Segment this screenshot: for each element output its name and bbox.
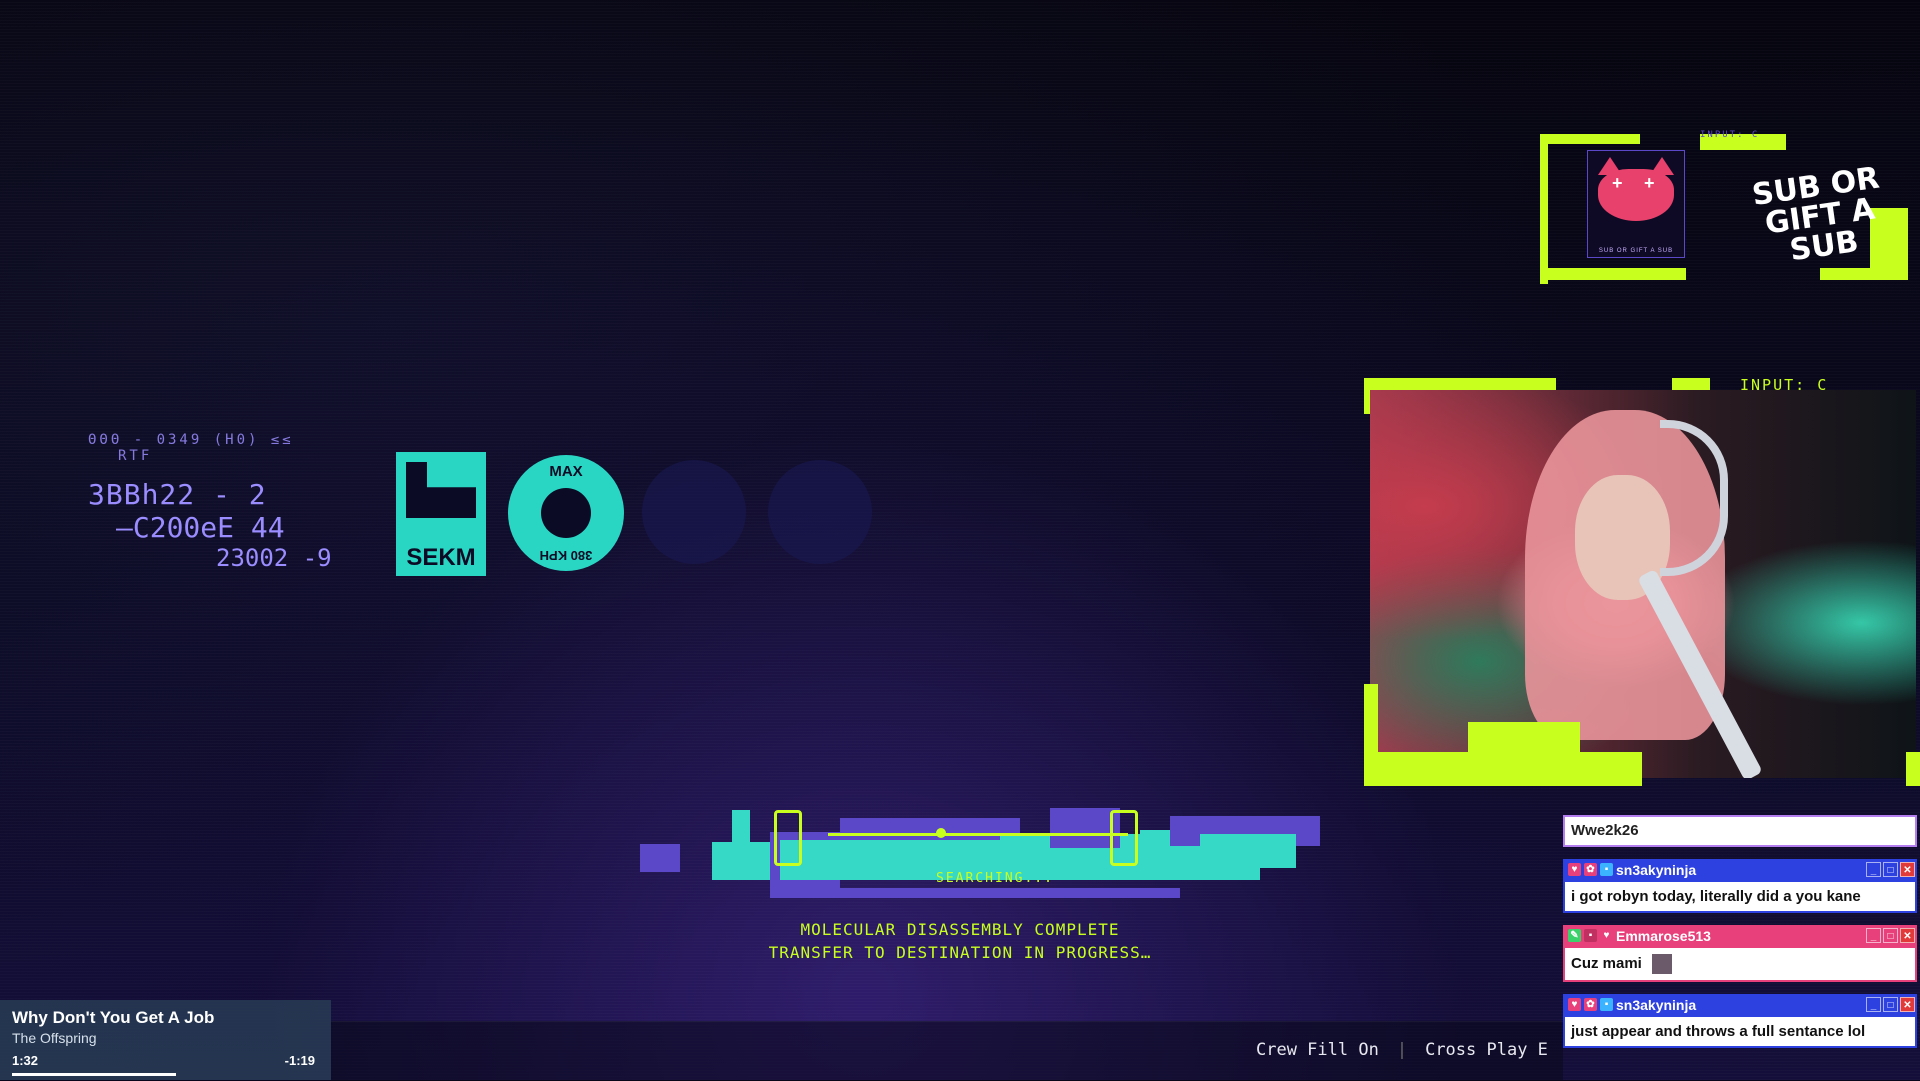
ghost-dial-icon	[768, 460, 872, 564]
chat-message: ♥ ✿ ▪ sn3akyninja _ □ ✕ i got robyn toda…	[1563, 859, 1917, 913]
loader-bar	[840, 818, 1020, 840]
ticker-item: Cross Play E	[1425, 1040, 1548, 1060]
minimize-icon: _	[1866, 928, 1881, 943]
sekm-badge: SEKM	[396, 452, 486, 576]
chat-username[interactable]: sn3akyninja	[1616, 862, 1696, 878]
dial-max-label: MAX	[549, 463, 583, 480]
flower-icon: ✿	[1584, 998, 1597, 1011]
icon-caption: SUB OR GIFT A SUB	[1598, 248, 1674, 254]
webcam-feed	[1370, 390, 1916, 778]
transfer-message: MOLECULAR DISASSEMBLY COMPLETE TRANSFER …	[740, 918, 1180, 964]
minimize-icon: _	[1866, 997, 1881, 1012]
chat-message: ✎ ▪ ♥ Emmarose513 _ □ ✕ Cuz mami	[1563, 925, 1917, 982]
heart-icon: ♥	[1568, 998, 1581, 1011]
sekm-shape-icon	[406, 462, 476, 518]
hud-code-line: —C200eE 44	[116, 511, 285, 544]
badge-icon: ▪	[1584, 929, 1597, 942]
chat-message-text: i got robyn today, literally did a you k…	[1563, 880, 1917, 913]
loader-bar	[780, 888, 1180, 898]
song-artist: The Offspring	[12, 1030, 97, 1046]
chat-message-header: ✎ ▪ ♥ Emmarose513 _ □ ✕	[1563, 925, 1917, 946]
loader-progress-line	[828, 833, 1128, 836]
chat-message: ♥ ✿ ▪ sn3akyninja _ □ ✕ just appear and …	[1563, 994, 1917, 1048]
badge-icon: ▪	[1600, 863, 1613, 876]
now-playing-widget: Why Don't You Get A Job The Offspring 1:…	[0, 1000, 331, 1080]
chat-message-header: ♥ ✿ ▪ sn3akyninja _ □ ✕	[1563, 994, 1917, 1015]
maximize-icon: □	[1883, 862, 1898, 877]
dial-kph-label: 380 KPH	[539, 548, 593, 563]
searching-label: SEARCHING...	[936, 871, 1054, 886]
chat-panel: Wwe2k26 ♥ ✿ ▪ sn3akyninja _ □ ✕ i got ro…	[1563, 815, 1917, 1048]
sub-input-label: INPUT: C	[1700, 130, 1760, 140]
ghost-dial-icon	[642, 460, 746, 564]
minimize-icon: _	[1866, 862, 1881, 877]
loader-progress-dot	[936, 828, 946, 838]
chat-message-text-content: Cuz mami	[1571, 954, 1642, 972]
loader-bar	[732, 810, 750, 880]
controller-icon[interactable]: + + SUB OR GIFT A SUB	[1587, 150, 1685, 258]
person-icon	[774, 810, 802, 866]
window-buttons: _ □ ✕	[1866, 928, 1917, 943]
hud-code-line: RTF	[118, 448, 153, 464]
chat-username[interactable]: sn3akyninja	[1616, 997, 1696, 1013]
pencil-icon: ✎	[1568, 929, 1581, 942]
chat-message-text: Cuz mami	[1563, 946, 1917, 982]
loader-bar	[640, 844, 680, 872]
webcam-frame-corner	[1906, 752, 1920, 786]
close-icon: ✕	[1900, 997, 1915, 1012]
message-line: TRANSFER TO DESTINATION IN PROGRESS…	[768, 943, 1152, 962]
maximize-icon: □	[1883, 997, 1898, 1012]
message-line: MOLECULAR DISASSEMBLY COMPLETE	[800, 920, 1120, 939]
song-progress-bar	[12, 1073, 176, 1076]
webcam-frame-corner	[1468, 722, 1580, 762]
hud-codes: ΘΘΘ - 0349 (H0) ≤≤ RTF 3BBh22 - 2 —C200e…	[88, 432, 332, 572]
frame-corner	[1540, 134, 1548, 284]
frame-corner	[1540, 268, 1686, 280]
hud-code-line: 3BBh22 - 2	[88, 478, 267, 511]
flower-icon: ✿	[1584, 863, 1597, 876]
transfer-loader: SEARCHING...	[640, 778, 1350, 908]
plus-icon: +	[1644, 173, 1655, 193]
heart-icon: ♥	[1568, 863, 1581, 876]
ticker-separator: |	[1396, 1040, 1408, 1060]
dial-center	[541, 488, 591, 538]
speed-dial: MAX 380 KPH	[508, 455, 624, 571]
elapsed-time: 1:32	[12, 1053, 39, 1068]
badge-icon: ▪	[1600, 998, 1613, 1011]
close-icon: ✕	[1900, 862, 1915, 877]
chat-input[interactable]: Wwe2k26	[1563, 815, 1917, 847]
person-icon	[1110, 810, 1138, 866]
chat-message-header: ♥ ✿ ▪ sn3akyninja _ □ ✕	[1563, 859, 1917, 880]
sub-panel: INPUT: C + + SUB OR GIFT A SUB SUB OR GI…	[1540, 130, 1910, 284]
webcam-input-label: INPUT: C	[1740, 376, 1829, 394]
plus-icon: +	[1612, 173, 1623, 193]
window-buttons: _ □ ✕	[1866, 862, 1917, 877]
chat-message-text: just appear and throws a full sentance l…	[1563, 1015, 1917, 1048]
emote-icon	[1652, 954, 1673, 974]
frame-corner	[1540, 134, 1640, 144]
maximize-icon: □	[1883, 928, 1898, 943]
song-title: Why Don't You Get A Job	[12, 1008, 215, 1027]
sekm-label: SEKM	[406, 544, 476, 571]
chat-username[interactable]: Emmarose513	[1616, 928, 1711, 944]
ticker-item: Crew Fill On	[1256, 1040, 1379, 1060]
hud-code-line: 23002 -9	[216, 544, 332, 572]
loader-bar	[1200, 834, 1296, 868]
hud-code-line: ΘΘΘ - 0349 (H0) ≤≤	[88, 432, 294, 448]
remaining-time: -1:19	[284, 1053, 315, 1068]
cat-face-icon	[1598, 157, 1674, 221]
close-icon: ✕	[1900, 928, 1915, 943]
ticker: Crew Fill On | Cross Play E	[1256, 1040, 1548, 1060]
heart-icon: ♥	[1600, 929, 1613, 942]
window-buttons: _ □ ✕	[1866, 997, 1917, 1012]
